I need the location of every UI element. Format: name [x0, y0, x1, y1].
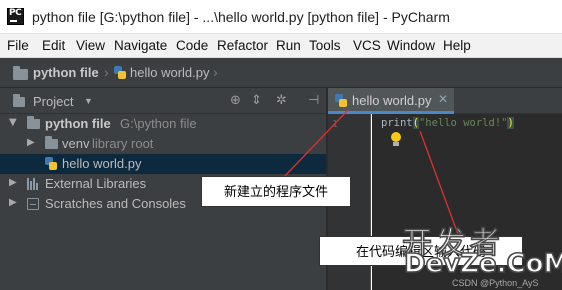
project-folder-icon	[13, 94, 25, 107]
breadcrumb-project[interactable]: python file	[33, 65, 99, 80]
chevron-right-icon[interactable]: ▶	[9, 197, 17, 208]
folder-icon	[13, 66, 28, 80]
menu-code[interactable]: Code	[176, 38, 208, 53]
menu-vcs[interactable]: VCS	[353, 38, 381, 53]
watermark-devze: DevZe.CoM	[403, 248, 562, 280]
menu-run[interactable]: Run	[276, 38, 301, 53]
menu-refactor[interactable]: Refactor	[217, 38, 268, 53]
editor-tab-bar: hello world.py ✕	[328, 88, 562, 114]
chevron-down-icon[interactable]: ▼	[84, 96, 93, 106]
menu-bar: File Edit View Navigate Code Refactor Ru…	[0, 34, 562, 58]
python-file-icon	[45, 157, 57, 171]
menu-edit[interactable]: Edit	[42, 38, 65, 53]
lightbulb-icon[interactable]	[390, 132, 402, 147]
tree-item-hello-world[interactable]: hello world.py	[0, 154, 326, 174]
tree-item-label: Scratches and Consoles	[45, 196, 186, 211]
menu-window[interactable]: Window	[387, 38, 435, 53]
python-file-icon	[335, 94, 347, 108]
tree-item-hint: library root	[92, 136, 154, 151]
pycharm-logo-icon: PC	[7, 8, 24, 25]
scratches-icon	[27, 198, 39, 210]
breadcrumb-file[interactable]: hello world.py	[130, 65, 210, 80]
folder-icon	[45, 136, 58, 149]
tab-label: hello world.py	[352, 93, 432, 108]
menu-view[interactable]: View	[76, 38, 105, 53]
collapse-all-icon[interactable]: ⇕	[251, 93, 262, 108]
tree-item-hint: G:\python file	[120, 116, 197, 131]
menu-help[interactable]: Help	[443, 38, 471, 53]
folder-icon	[27, 116, 40, 129]
tree-item-label: python file	[45, 116, 111, 131]
annotation-callout-file: 新建立的程序文件	[201, 176, 351, 207]
library-icon	[27, 178, 40, 190]
tree-item-label: hello world.py	[62, 156, 142, 171]
globe-icon[interactable]: ⊕	[230, 93, 241, 108]
tree-item-label: External Libraries	[45, 176, 147, 191]
hide-icon[interactable]: ⊣	[308, 93, 319, 108]
project-panel-header: Project ▼ ⊕ ⇕ ✲ ⊣	[0, 88, 326, 114]
line-number: 1	[332, 119, 339, 130]
settings-icon[interactable]: ✲	[276, 93, 287, 108]
menu-navigate[interactable]: Navigate	[114, 38, 167, 53]
code-string: "hello world!"	[418, 117, 508, 129]
project-panel-title[interactable]: Project	[33, 94, 73, 109]
watermark-csdn: CSDN @Python_AyS	[452, 278, 539, 288]
code-line[interactable]: print("hello world!")	[381, 117, 514, 129]
tab-hello-world[interactable]: hello world.py ✕	[328, 88, 454, 114]
menu-file[interactable]: File	[7, 38, 29, 53]
tree-item-label: venv	[62, 136, 90, 151]
code-function: print	[381, 117, 413, 129]
chevron-right-icon: ›	[213, 64, 218, 80]
breadcrumb: python file › hello world.py ›	[0, 58, 562, 88]
chevron-right-icon[interactable]: ▶	[27, 137, 35, 148]
chevron-down-icon[interactable]: ▼	[9, 117, 17, 128]
code-paren-close: )	[507, 117, 514, 129]
tree-item-project-root[interactable]: ▼ python file G:\python file	[0, 114, 326, 134]
title-bar: PC python file [G:\python file] - ...\he…	[0, 0, 562, 34]
python-file-icon	[114, 66, 126, 80]
menu-tools[interactable]: Tools	[309, 38, 341, 53]
close-icon[interactable]: ✕	[438, 92, 448, 106]
tree-item-venv[interactable]: ▶ venv library root	[0, 134, 326, 154]
chevron-right-icon: ›	[104, 64, 109, 80]
chevron-right-icon[interactable]: ▶	[9, 177, 17, 188]
window-title: python file [G:\python file] - ...\hello…	[32, 9, 450, 25]
